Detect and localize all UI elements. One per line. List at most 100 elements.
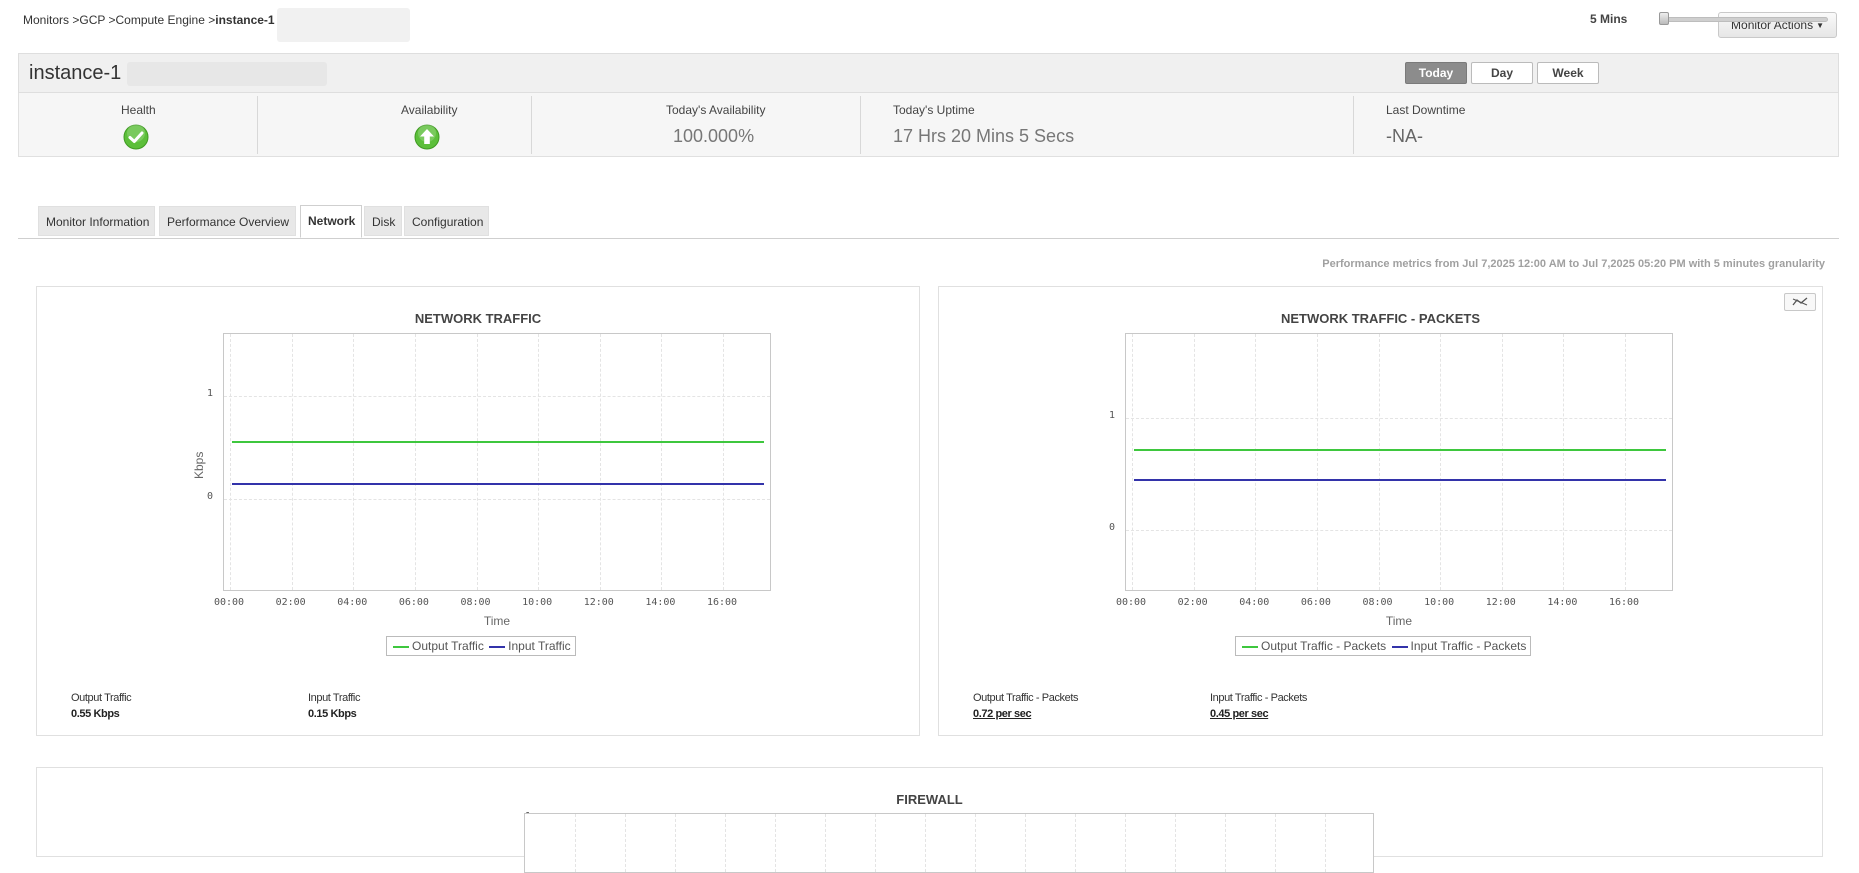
grid-line-vertical xyxy=(1125,814,1126,872)
firewall-title: FIREWALL xyxy=(896,792,963,807)
todays-availability-stat: Today's Availability 100.000% xyxy=(532,93,860,157)
grid-line-vertical xyxy=(1501,334,1503,590)
network-traffic-x-axis-title: Time xyxy=(483,614,511,628)
todays-uptime-label: Today's Uptime xyxy=(893,103,975,117)
tab-performance-overview[interactable]: Performance Overview xyxy=(159,206,296,236)
period-today-button[interactable]: Today xyxy=(1405,62,1467,84)
redacted-breadcrumb-detail xyxy=(277,8,410,42)
tab-disk[interactable]: Disk xyxy=(364,206,402,236)
input-traffic-metric-label: Input Traffic xyxy=(308,692,361,704)
x-tick-label: 08:00 xyxy=(1362,597,1393,608)
network-packets-plot xyxy=(1125,333,1673,591)
grid-line-vertical xyxy=(925,814,926,872)
y-tick-label: 0 xyxy=(1108,522,1115,534)
period-day-button[interactable]: Day xyxy=(1471,62,1533,84)
grid-line-vertical xyxy=(1175,814,1176,872)
network-packets-panel: NETWORK TRAFFIC - PACKETS Time Output Tr… xyxy=(938,286,1823,736)
x-tick-label: 08:00 xyxy=(460,597,491,608)
input-packets-metric-value[interactable]: 0.45 per sec xyxy=(1210,708,1269,720)
grid-line-vertical xyxy=(825,814,826,872)
tab-monitor-information[interactable]: Monitor Information xyxy=(38,206,155,236)
grid-line-vertical xyxy=(1625,334,1627,590)
series-line-output-traffic-packets[interactable] xyxy=(1133,448,1666,451)
firewall-panel: FIREWALL 1 xyxy=(36,767,1823,873)
x-tick-label: 16:00 xyxy=(706,597,738,608)
availability-up-arrow-icon xyxy=(414,124,440,150)
chart-toggle-icon[interactable] xyxy=(1784,293,1816,311)
last-downtime-stat: Last Downtime -NA- xyxy=(1354,93,1839,157)
legend-input-packets-swatch xyxy=(1391,645,1408,648)
tab-configuration[interactable]: Configuration xyxy=(404,206,489,236)
x-tick-label: 10:00 xyxy=(522,597,553,608)
series-line-input-traffic[interactable] xyxy=(231,482,764,485)
interval-slider-handle[interactable] xyxy=(1659,12,1669,25)
legend-input-traffic[interactable]: Input Traffic xyxy=(508,639,570,653)
interval-label: 5 Mins xyxy=(1590,12,1628,26)
grid-line-vertical xyxy=(353,334,355,590)
monitor-title: instance-1 xyxy=(29,62,122,84)
grid-line-vertical xyxy=(476,334,478,590)
grid-line-vertical xyxy=(1025,814,1026,872)
x-tick-label: 04:00 xyxy=(1239,597,1270,608)
tab-network[interactable]: Network xyxy=(300,205,362,238)
monitor-actions-button[interactable]: Monitor Actions ▼ xyxy=(1718,12,1837,38)
grid-line-vertical xyxy=(725,814,726,872)
breadcrumb: Monitors >GCP >Compute Engine >instance-… xyxy=(23,13,275,27)
grid-line-vertical xyxy=(1378,334,1380,590)
network-packets-legend: Output Traffic - Packets Input Traffic -… xyxy=(1235,636,1532,656)
legend-output-traffic[interactable]: Output Traffic xyxy=(412,639,484,653)
grid-line-vertical xyxy=(1275,814,1276,872)
grid-line-vertical xyxy=(661,334,663,590)
grid-line-vertical xyxy=(875,814,876,872)
grid-line-vertical xyxy=(723,334,725,590)
x-tick-label: 14:00 xyxy=(1547,597,1578,608)
health-label: Health xyxy=(121,103,156,117)
legend-input-swatch xyxy=(489,645,506,648)
output-traffic-metric-value: 0.55 Kbps xyxy=(71,708,120,720)
chart-view-icon xyxy=(1792,297,1808,306)
todays-uptime-stat: Today's Uptime 17 Hrs 20 Mins 5 Secs xyxy=(861,93,1353,157)
grid-line-horizontal xyxy=(1126,418,1672,420)
breadcrumb-monitors[interactable]: Monitors > xyxy=(23,13,79,27)
breadcrumb-compute-engine[interactable]: Compute Engine > xyxy=(116,13,216,27)
last-downtime-value: -NA- xyxy=(1386,126,1423,146)
series-line-input-traffic-packets[interactable] xyxy=(1133,478,1666,481)
x-tick-label: 00:00 xyxy=(1115,597,1147,608)
last-downtime-label: Last Downtime xyxy=(1386,103,1466,117)
x-tick-label: 12:00 xyxy=(1485,597,1516,608)
grid-line-vertical xyxy=(975,814,976,872)
breadcrumb-gcp[interactable]: GCP > xyxy=(79,13,115,27)
period-week-button[interactable]: Week xyxy=(1537,62,1599,84)
x-tick-label: 06:00 xyxy=(1300,597,1331,608)
legend-input-packets[interactable]: Input Traffic - Packets xyxy=(1411,639,1527,653)
y-tick-label: 0 xyxy=(206,491,213,503)
network-traffic-plot xyxy=(223,333,771,591)
grid-line-vertical xyxy=(291,334,293,590)
grid-line-vertical xyxy=(414,334,416,590)
input-traffic-metric-value: 0.15 Kbps xyxy=(308,708,357,720)
availability-summary: Health Availability Today's Availability… xyxy=(18,93,1839,157)
grid-line-vertical xyxy=(1225,814,1226,872)
network-traffic-title: NETWORK TRAFFIC xyxy=(414,311,542,326)
availability-label: Availability xyxy=(401,103,458,117)
x-tick-label: 02:00 xyxy=(1177,597,1208,608)
caret-down-icon: ▼ xyxy=(1816,20,1824,30)
legend-output-packets[interactable]: Output Traffic - Packets xyxy=(1261,639,1386,653)
grid-line-vertical xyxy=(1255,334,1257,590)
output-packets-metric-label: Output Traffic - Packets xyxy=(973,692,1079,704)
availability-stat: Availability xyxy=(258,93,531,157)
grid-line-vertical xyxy=(675,814,676,872)
firewall-plot xyxy=(524,813,1374,873)
health-stat: Health xyxy=(19,93,257,157)
x-tick-label: 02:00 xyxy=(275,597,306,608)
redacted-monitor-detail xyxy=(127,62,327,86)
output-packets-metric-value[interactable]: 0.72 per sec xyxy=(973,708,1032,720)
interval-slider-track[interactable] xyxy=(1663,17,1828,22)
monitor-header: instance-1 Today Day Week xyxy=(18,53,1839,93)
grid-line-vertical xyxy=(538,334,540,590)
tabs-underline xyxy=(18,238,1839,239)
network-traffic-panel: NETWORK TRAFFIC Kbps Time Output Traffic… xyxy=(36,286,920,736)
series-line-output-traffic[interactable] xyxy=(231,441,764,444)
x-tick-label: 12:00 xyxy=(583,597,614,608)
y-tick-label: 1 xyxy=(206,387,213,399)
